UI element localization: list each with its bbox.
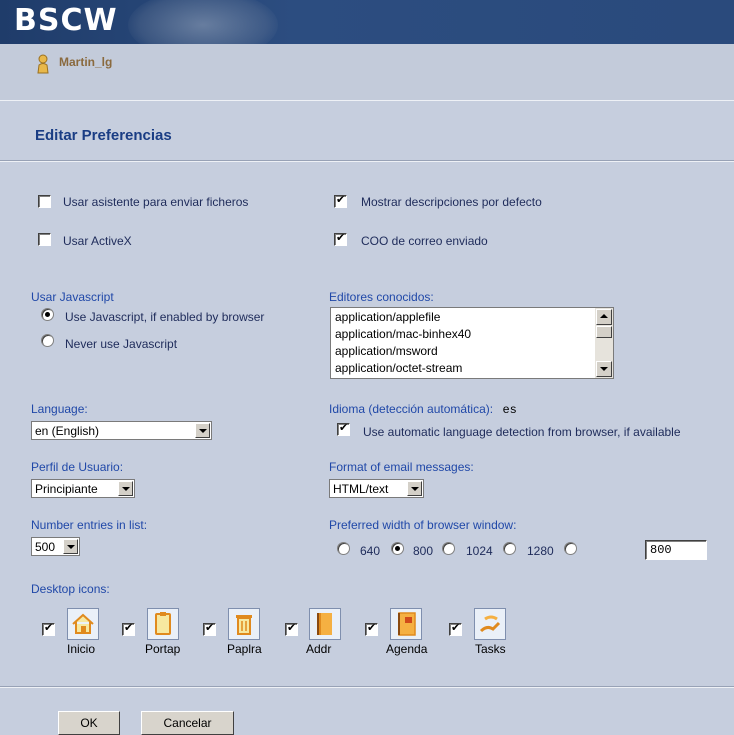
editors-label: Editores conocidos:	[329, 290, 434, 304]
divider	[0, 100, 734, 101]
width-800-label: 800	[413, 544, 434, 558]
profile-label: Perfil de Usuario:	[31, 460, 124, 474]
desktop-icon-label: Agenda	[386, 642, 428, 656]
desktop-icon-label: Inicio	[67, 642, 96, 656]
width-1024-radio[interactable]	[442, 542, 455, 555]
javascript-label: Usar Javascript	[31, 290, 114, 304]
desktop-icon-addr-checkbox[interactable]	[285, 621, 298, 636]
user-bar: Martin_lg	[0, 44, 734, 100]
email-format-value: HTML/text	[333, 482, 389, 496]
width-800-radio[interactable]	[391, 542, 404, 555]
desktop-icon-inicio-checkbox[interactable]	[42, 621, 55, 636]
desktop-icon-portap-checkbox[interactable]	[122, 621, 135, 636]
upload-assistant-label: Usar asistente para enviar ficheros	[63, 195, 249, 209]
javascript-never-radio[interactable]	[41, 334, 54, 347]
ok-button[interactable]: OK	[58, 711, 120, 735]
desktop-icon-label: Tasks	[475, 642, 506, 656]
javascript-never-label: Never use Javascript	[65, 337, 178, 351]
language-label: Language:	[31, 402, 88, 416]
editors-listbox[interactable]: application/applefile application/mac-bi…	[330, 307, 614, 379]
scroll-thumb[interactable]	[596, 326, 612, 338]
scroll-up-icon[interactable]	[596, 309, 612, 325]
idioma-label: Idioma (detección automática): es	[329, 402, 517, 417]
trash-icon[interactable]	[228, 608, 260, 640]
show-descriptions-label: Mostrar descripciones por defecto	[361, 195, 542, 209]
desktop-icon-label: Paplra	[227, 642, 262, 656]
tasks-icon[interactable]	[474, 608, 506, 640]
browser-width-label: Preferred width of browser window:	[329, 518, 517, 532]
agenda-icon[interactable]	[390, 608, 422, 640]
list-item[interactable]: application/msword	[335, 344, 438, 358]
desktop-icon-label: Addr	[306, 642, 332, 656]
chevron-down-icon[interactable]	[407, 481, 422, 496]
page-title: Editar Preferencias	[35, 127, 172, 144]
globe-graphic	[128, 0, 278, 44]
activex-checkbox[interactable]	[38, 233, 51, 246]
entries-label: Number entries in list:	[31, 518, 148, 532]
chevron-down-icon[interactable]	[195, 423, 210, 438]
chevron-down-icon[interactable]	[118, 481, 133, 496]
address-book-icon[interactable]	[309, 608, 341, 640]
javascript-enabled-radio[interactable]	[41, 308, 54, 321]
desktop-icons-label: Desktop icons:	[31, 582, 110, 596]
desktop-icon-tasks-checkbox[interactable]	[449, 621, 462, 636]
idioma-value: es	[502, 403, 517, 417]
language-select[interactable]: en (English)	[31, 421, 212, 440]
user-name[interactable]: Martin_lg	[59, 55, 112, 69]
listbox-scrollbar[interactable]	[595, 308, 613, 378]
scroll-down-icon[interactable]	[596, 361, 612, 377]
user-icon	[37, 54, 49, 74]
idioma-label-text: Idioma (detección automática):	[329, 402, 494, 416]
entries-select[interactable]: 500	[31, 537, 80, 556]
chevron-down-icon[interactable]	[63, 539, 78, 554]
email-format-label: Format of email messages:	[329, 460, 474, 474]
javascript-enabled-label: Use Javascript, if enabled by browser	[65, 310, 265, 324]
profile-select[interactable]: Principiante	[31, 479, 135, 498]
auto-language-label: Use automatic language detection from br…	[363, 425, 681, 439]
entries-value: 500	[35, 540, 56, 554]
width-640-radio[interactable]	[337, 542, 350, 555]
desktop-icon-agenda-checkbox[interactable]	[365, 621, 378, 636]
desktop-icon-label: Portap	[145, 642, 181, 656]
width-1024-label: 1024	[466, 544, 493, 558]
coo-mail-label: COO de correo enviado	[361, 234, 488, 248]
width-custom-value: 800	[650, 543, 672, 557]
divider	[0, 687, 734, 688]
list-item[interactable]: application/octet-stream	[335, 361, 462, 375]
language-value: en (English)	[35, 424, 100, 438]
bscw-logo: BSCW	[14, 3, 118, 38]
email-format-select[interactable]: HTML/text	[329, 479, 424, 498]
coo-mail-checkbox[interactable]	[334, 231, 347, 246]
profile-value: Principiante	[35, 482, 98, 496]
width-640-label: 640	[360, 544, 381, 558]
auto-language-checkbox[interactable]	[337, 421, 350, 436]
list-item[interactable]: application/mac-binhex40	[335, 327, 471, 341]
desktop-icon-paplra-checkbox[interactable]	[203, 621, 216, 636]
home-icon[interactable]	[67, 608, 99, 640]
width-1280-label: 1280	[527, 544, 554, 558]
width-custom-radio[interactable]	[564, 542, 577, 555]
upload-assistant-checkbox[interactable]	[38, 195, 51, 208]
list-item[interactable]: application/applefile	[335, 310, 440, 324]
divider	[0, 161, 734, 162]
width-1280-radio[interactable]	[503, 542, 516, 555]
activex-label: Usar ActiveX	[63, 234, 132, 248]
width-custom-input[interactable]: 800	[645, 540, 707, 560]
clipboard-icon[interactable]	[147, 608, 179, 640]
app-header: BSCW	[0, 0, 734, 44]
cancel-button[interactable]: Cancelar	[141, 711, 234, 735]
show-descriptions-checkbox[interactable]	[334, 193, 347, 208]
